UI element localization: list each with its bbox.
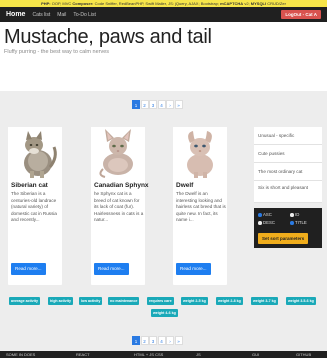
cat-card: Dwelf The Dwelf is an interesting lookin… [173, 127, 227, 285]
tag-badge[interactable]: average activity [9, 297, 40, 305]
nav-todo-list[interactable]: To-Do List [73, 12, 96, 18]
pagination-top: 1 2 3 4 › » [132, 100, 183, 109]
sort-panel: ASC ID DESC TITLE Set sort parameters [254, 208, 322, 248]
read-more-button[interactable]: Read more... [11, 263, 46, 275]
read-more-button[interactable]: Read more... [94, 263, 129, 275]
tag-badge[interactable]: requires care [147, 297, 174, 305]
cat-card: Canadian Sphynx he Sphynx cat is a breed… [91, 127, 149, 285]
nav-cats-list[interactable]: Cats list [32, 12, 50, 18]
sort-desc-radio[interactable]: DESC [258, 220, 275, 225]
tag-cloud: average activity high activity low activ… [9, 297, 323, 319]
db-label: MYSQLI [250, 1, 267, 6]
footer-item[interactable]: SOME IN DOES [6, 351, 35, 358]
tag-badge[interactable]: weight 4-6 kg [151, 309, 178, 317]
page-last[interactable]: » [174, 336, 183, 345]
tag-badge[interactable]: no maintenance [108, 297, 140, 305]
page-last[interactable]: » [174, 100, 183, 109]
page-subtitle: Fluffy purring - the best way to calm ne… [4, 49, 110, 55]
page-title: Mustache, paws and tail [4, 26, 212, 48]
radio-label: DESC [263, 220, 275, 225]
category-item[interactable]: Six is short and pleasant [254, 181, 322, 203]
tag-badge[interactable]: weight 2-8 kg [216, 297, 243, 305]
radio-dot [290, 221, 294, 225]
page-link-2[interactable]: 2 [140, 100, 149, 109]
db-value: CRUD/Zer [267, 1, 286, 6]
footer-item[interactable]: REACT [76, 351, 90, 358]
radio-label: TITLE [295, 220, 307, 225]
dwelf-cat-image [173, 127, 227, 179]
sort-asc-radio[interactable]: ASC [258, 212, 272, 217]
captcha-label: mCAPTCHA [220, 1, 244, 6]
php-value: OOP, MVC [51, 1, 72, 6]
footer-item[interactable]: GITHUB [296, 351, 311, 358]
cat-name: Canadian Sphynx [94, 182, 149, 189]
cat-name: Dwelf [176, 182, 194, 189]
logout-user: Cat A [305, 12, 317, 17]
radio-dot [290, 213, 294, 217]
composer-label: Composer: [72, 1, 94, 6]
radio-label: ASC [263, 212, 272, 217]
nav-mail[interactable]: Mail [57, 12, 66, 18]
page-link-3[interactable]: 3 [149, 100, 157, 109]
navbar: Home Cats list Mail To-Do List LogOut - … [0, 7, 327, 22]
tech-stack-bar: PHP: OOP, MVC Composer: Code Sniffer, Re… [0, 0, 327, 7]
radio-label: ID [295, 212, 300, 217]
sphynx-cat-image [91, 127, 145, 179]
page-next[interactable]: › [166, 100, 174, 109]
page-next[interactable]: › [166, 336, 174, 345]
tag-badge[interactable]: weight 2-5 kg [181, 297, 208, 305]
radio-dot [258, 221, 262, 225]
cat-description: he Sphynx cat is a breed of cat known fo… [94, 191, 144, 223]
page-link-1[interactable]: 1 [132, 336, 140, 345]
composer-value: Code Sniffer, RedBeanPHP, Swift Mailer, … [94, 1, 219, 6]
category-item[interactable]: Cute pussies [254, 145, 322, 163]
footer-item[interactable]: JS [196, 351, 201, 358]
set-sort-button[interactable]: Set sort parameters [258, 233, 309, 244]
category-item[interactable]: The most ordinary cat [254, 163, 322, 181]
logout-button[interactable]: LogOut - Cat A [281, 10, 321, 19]
cat-description: The Siberian is a centuries-old landrace… [11, 191, 57, 223]
pagination-bottom: 1 2 3 4 › » [132, 336, 183, 345]
category-item[interactable]: Unusual - specific [254, 127, 322, 145]
sort-id-radio[interactable]: ID [290, 212, 299, 217]
cat-description: The Dwelf is an interesting looking and … [176, 191, 226, 223]
radio-dot [258, 213, 262, 217]
category-list: Unusual - specific Cute pussies The most… [254, 127, 322, 203]
cat-name: Siberian cat [11, 182, 48, 189]
captcha-value: v2; [244, 1, 250, 6]
tag-badge[interactable]: high activity [48, 297, 73, 305]
page-link-4[interactable]: 4 [157, 100, 166, 109]
footer-item[interactable]: HTML + JS CSS [134, 351, 163, 358]
nav-home[interactable]: Home [6, 11, 25, 18]
footer-bar: SOME IN DOES REACT HTML + JS CSS JS GUI … [0, 351, 327, 358]
sort-title-radio[interactable]: TITLE [290, 220, 307, 225]
tag-badge[interactable]: low activity [79, 297, 103, 305]
tag-badge[interactable]: weight 3.5-6 kg [286, 297, 316, 305]
page-link-4[interactable]: 4 [157, 336, 166, 345]
siberian-cat-image [8, 127, 62, 179]
logout-label: LogOut - [285, 12, 306, 17]
read-more-button[interactable]: Read more... [176, 263, 211, 275]
cat-card: Siberian cat The Siberian is a centuries… [8, 127, 62, 285]
php-label: PHP: [41, 1, 51, 6]
footer-item[interactable]: GUI [252, 351, 259, 358]
page-link-3[interactable]: 3 [149, 336, 157, 345]
page-link-2[interactable]: 2 [140, 336, 149, 345]
tag-badge[interactable]: weight 3-7 kg [251, 297, 278, 305]
page-link-1[interactable]: 1 [132, 100, 140, 109]
